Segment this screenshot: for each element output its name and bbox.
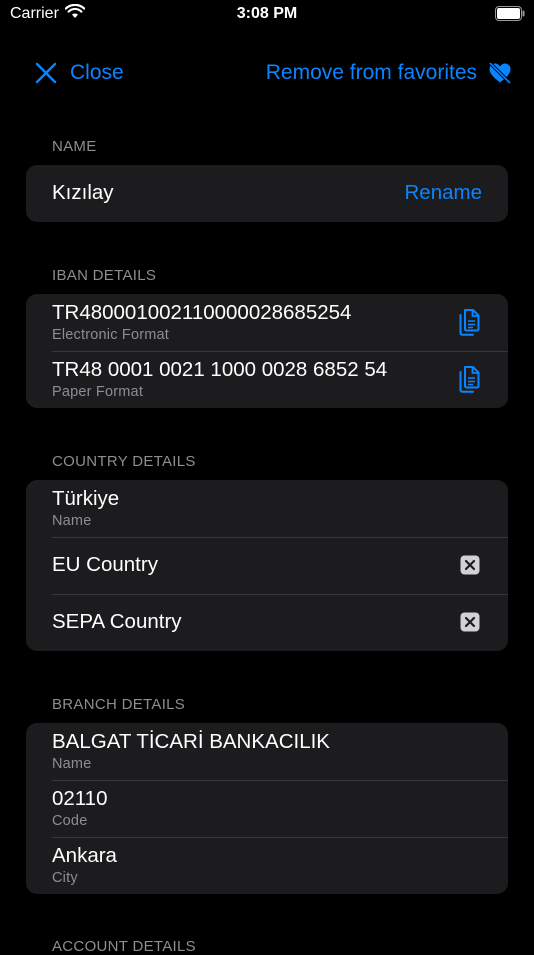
sepa-country-row: SEPA Country [26,594,508,651]
branch-code-value: 02110 [52,787,108,810]
name-row: Kızılay Rename [26,165,508,222]
close-icon [35,62,57,84]
iban-electronic-label: Electronic Format [52,327,170,343]
branch-code-label: Code [52,813,88,829]
battery-icon [495,6,525,26]
eu-country-row: EU Country [26,537,508,594]
xmark-square-icon [460,555,480,580]
iban-section-header: IBAN DETAILS [52,267,157,284]
country-name-row: Türkiye Name [26,480,508,537]
remove-favorites-label: Remove from favorites [265,61,477,84]
branch-name-value: BALGAT TİCARİ BANKACILIK [52,730,330,753]
branch-name-row: BALGAT TİCARİ BANKACILIK Name [26,723,508,780]
name-card: Kızılay Rename [26,165,508,222]
iban-electronic-value: TR480001002110000028685254 [52,301,352,324]
branch-section-header: BRANCH DETAILS [52,696,186,713]
branch-city-value: Ankara [52,844,117,867]
branch-code-row: 02110 Code [26,780,508,837]
name-section-header: NAME [52,138,97,155]
country-section-header: COUNTRY DETAILS [52,453,196,470]
iban-electronic-row: TR480001002110000028685254 Electronic Fo… [26,294,508,351]
status-time: 3:08 PM [236,5,298,22]
xmark-square-icon [460,612,480,637]
account-section-header: ACCOUNT DETAILS [52,938,196,955]
navigation-bar: Close Remove from favorites [0,56,534,92]
sepa-country-label: SEPA Country [52,610,182,633]
country-name-value: Türkiye [52,487,120,510]
copy-electronic-button[interactable] [456,308,482,341]
copy-icon [459,366,480,393]
iban-paper-label: Paper Format [52,384,144,400]
branch-city-row: Ankara City [26,837,508,894]
status-bar: Carrier 3:08 PM [0,0,534,28]
rename-button[interactable]: Rename [405,181,483,205]
iban-paper-row: TR48 0001 0021 1000 0028 6852 54 Paper F… [26,351,508,408]
copy-paper-button[interactable] [456,365,482,398]
iban-card: TR480001002110000028685254 Electronic Fo… [26,294,508,408]
country-card: Türkiye Name EU Country SEPA Country [26,480,508,651]
close-label: Close [70,61,124,84]
remove-favorites-button[interactable]: Remove from favorites [266,56,512,90]
favorite-name-value: Kızılay [52,181,114,204]
branch-city-label: City [52,870,78,886]
branch-card: BALGAT TİCARİ BANKACILIK Name 02110 Code… [26,723,508,894]
close-button[interactable]: Close [34,56,124,90]
copy-icon [459,309,480,336]
heart-slash-icon [488,62,512,84]
eu-country-label: EU Country [52,553,158,576]
branch-name-label: Name [52,756,92,772]
country-name-label: Name [52,513,92,529]
iban-paper-value: TR48 0001 0021 1000 0028 6852 54 [52,358,388,381]
